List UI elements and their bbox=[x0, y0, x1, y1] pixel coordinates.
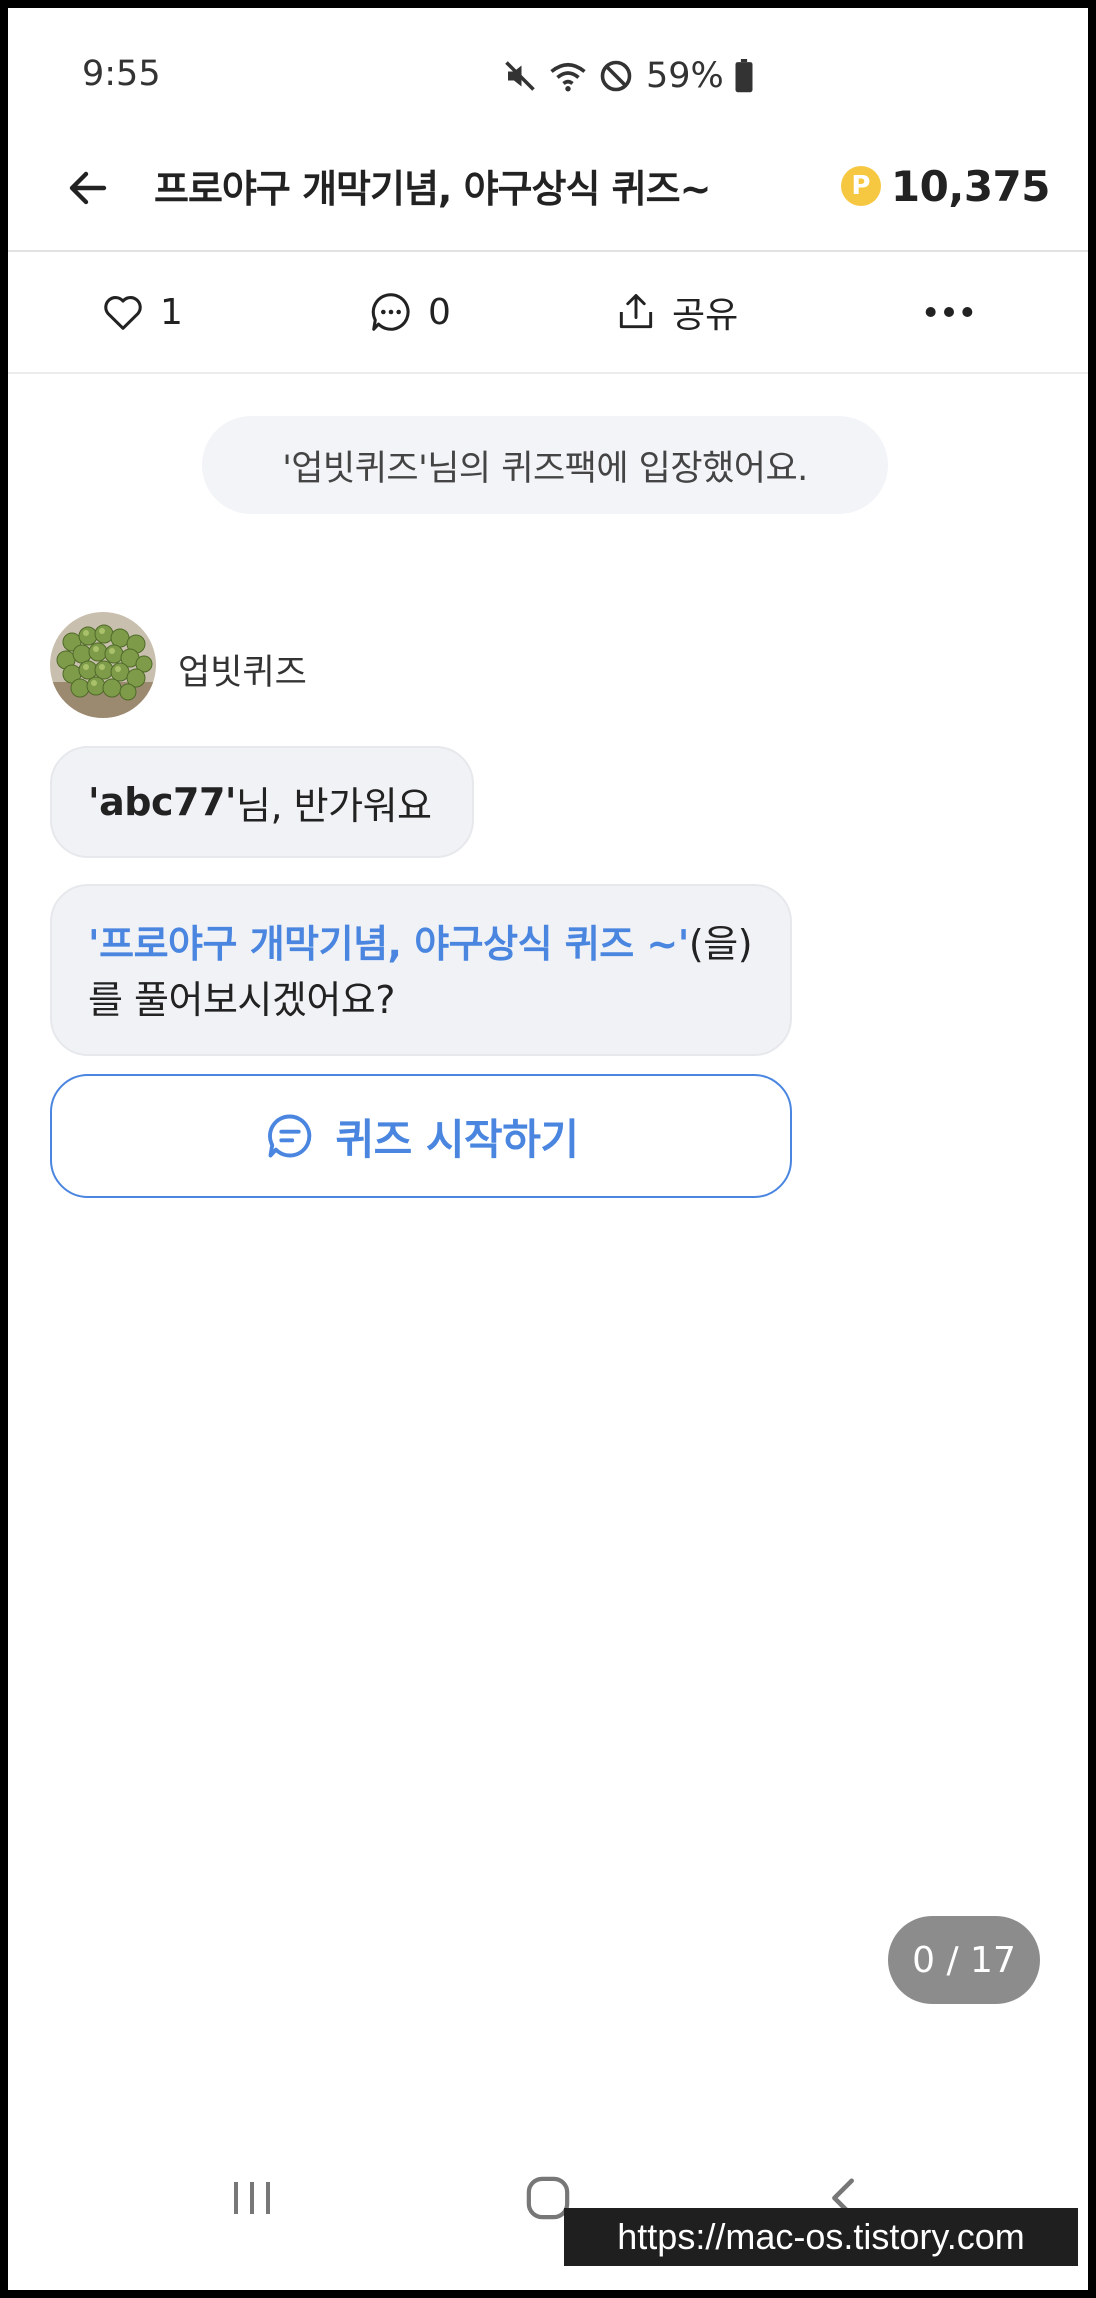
top-app-bar: 프로야구 개막기념, 야구상식 퀴즈~ P 10,375 bbox=[8, 128, 1088, 252]
back-button[interactable] bbox=[58, 158, 118, 218]
start-quiz-label: 퀴즈 시작하기 bbox=[335, 1114, 579, 1164]
comment-button[interactable]: 0 bbox=[368, 284, 451, 340]
grapes-avatar-image bbox=[50, 612, 156, 718]
wifi-icon bbox=[548, 58, 588, 94]
recent-apps-button[interactable] bbox=[222, 2168, 282, 2228]
status-bar: 9:55 59% bbox=[8, 8, 1088, 128]
battery-icon bbox=[734, 59, 754, 93]
back-arrow-icon bbox=[69, 171, 107, 205]
like-count: 1 bbox=[160, 291, 183, 333]
status-icons: 59% bbox=[502, 54, 754, 98]
points-balance[interactable]: P 10,375 bbox=[840, 158, 1051, 214]
battery-percentage: 59% bbox=[646, 56, 724, 96]
status-time: 9:55 bbox=[82, 54, 161, 94]
heart-icon bbox=[104, 296, 142, 330]
greeting-username: 'abc77' bbox=[88, 780, 237, 824]
entry-notice: '업빗퀴즈'님의 퀴즈팩에 입장했어요. bbox=[202, 416, 888, 514]
watermark: https://mac-os.tistory.com bbox=[564, 2208, 1078, 2266]
share-icon bbox=[619, 294, 653, 329]
mute-icon bbox=[502, 58, 538, 94]
recent-apps-icon bbox=[234, 2182, 270, 2214]
point-coin-icon: P bbox=[840, 166, 881, 206]
sender-name: 업빗퀴즈 bbox=[178, 653, 307, 693]
do-not-disturb-icon bbox=[598, 58, 634, 94]
comment-count: 0 bbox=[428, 291, 451, 333]
avatar[interactable] bbox=[50, 612, 156, 718]
page-title: 프로야구 개막기념, 야구상식 퀴즈~ bbox=[154, 167, 711, 211]
quiz-prompt-message: '프로야구 개막기념, 야구상식 퀴즈 ~'(을)를 풀어보시겠어요? bbox=[50, 884, 792, 1056]
comment-bubble-icon bbox=[371, 293, 410, 331]
greeting-message: 'abc77' 님, 반가워요 bbox=[50, 746, 474, 858]
phone-screen: 9:55 59% 프로야구 개막기념, 야구상식 퀴즈~ P 10,375 1 … bbox=[8, 8, 1088, 2290]
more-options-button[interactable] bbox=[914, 284, 984, 340]
more-dots-icon bbox=[925, 307, 973, 317]
share-button[interactable]: 공유 bbox=[614, 284, 738, 340]
quiz-name: '프로야구 개막기념, 야구상식 퀴즈 ~' bbox=[88, 922, 689, 966]
points-value: 10,375 bbox=[890, 161, 1051, 211]
start-quiz-button[interactable]: 퀴즈 시작하기 bbox=[50, 1074, 792, 1198]
greeting-text: 님, 반가워요 bbox=[236, 783, 432, 828]
quiz-progress-counter: 0 / 17 bbox=[888, 1916, 1040, 2004]
chat-bubble-icon bbox=[267, 1114, 311, 1158]
entry-notice-text: '업빗퀴즈'님의 퀴즈팩에 입장했어요. bbox=[282, 448, 808, 489]
share-label: 공유 bbox=[672, 295, 739, 336]
like-button[interactable]: 1 bbox=[100, 284, 183, 340]
action-bar: 1 0 공유 bbox=[8, 252, 1088, 374]
